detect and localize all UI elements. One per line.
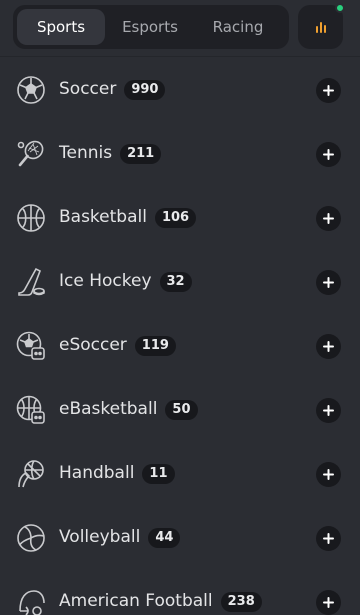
bar-chart-icon bbox=[315, 22, 326, 33]
plus-icon bbox=[323, 597, 334, 608]
add-button[interactable] bbox=[316, 78, 341, 103]
sport-name: Ice Hockey bbox=[59, 271, 152, 291]
add-button[interactable] bbox=[316, 398, 341, 423]
event-count-badge: 119 bbox=[134, 336, 176, 356]
tab-esports[interactable]: Esports bbox=[105, 9, 195, 45]
plus-icon bbox=[323, 341, 334, 352]
tab-racing[interactable]: Racing bbox=[195, 9, 281, 45]
esoccer-icon bbox=[16, 331, 45, 360]
tab-sports[interactable]: Sports bbox=[17, 9, 105, 45]
sport-row-tennis[interactable]: Tennis 211 bbox=[0, 121, 360, 185]
hockey-stick-icon bbox=[18, 267, 45, 296]
sport-label: Basketball 106 bbox=[59, 206, 197, 228]
plus-icon bbox=[323, 213, 334, 224]
add-button[interactable] bbox=[316, 142, 341, 167]
event-count-badge: 990 bbox=[124, 80, 166, 100]
sport-row-american-football[interactable]: American Football 238 bbox=[0, 569, 360, 615]
ebasketball-icon bbox=[16, 395, 45, 424]
plus-icon bbox=[323, 277, 334, 288]
add-button[interactable] bbox=[316, 590, 341, 615]
event-count-badge: 106 bbox=[154, 208, 197, 228]
sport-row-volleyball[interactable]: Volleyball 44 bbox=[0, 505, 360, 569]
sport-row-esoccer[interactable]: eSoccer 119 bbox=[0, 313, 360, 377]
sport-name: American Football bbox=[59, 591, 213, 611]
event-count-badge: 50 bbox=[165, 400, 198, 420]
sport-row-handball[interactable]: Handball 11 bbox=[0, 441, 360, 505]
plus-icon bbox=[323, 469, 334, 480]
sports-app: Sports Esports Racing Soccer 990 Tennis … bbox=[0, 0, 360, 615]
event-count-badge: 44 bbox=[148, 528, 181, 548]
sport-name: eSoccer bbox=[59, 335, 127, 355]
sport-row-basketball[interactable]: Basketball 106 bbox=[0, 185, 360, 249]
add-button[interactable] bbox=[316, 334, 341, 359]
add-button[interactable] bbox=[316, 270, 341, 295]
add-button[interactable] bbox=[316, 462, 341, 487]
sport-name: Handball bbox=[59, 463, 135, 483]
volleyball-icon bbox=[17, 524, 45, 552]
sport-name: eBasketball bbox=[59, 399, 158, 419]
sport-name: Basketball bbox=[59, 207, 147, 227]
notification-dot bbox=[335, 3, 345, 13]
add-button[interactable] bbox=[316, 206, 341, 231]
sport-label: Volleyball 44 bbox=[59, 526, 181, 548]
sport-label: Handball 11 bbox=[59, 462, 175, 484]
top-bar: Sports Esports Racing bbox=[0, 0, 360, 56]
add-button[interactable] bbox=[316, 526, 341, 551]
sport-name: Volleyball bbox=[59, 527, 141, 547]
plus-icon bbox=[323, 85, 334, 96]
plus-icon bbox=[323, 405, 334, 416]
event-count-badge: 11 bbox=[142, 464, 175, 484]
sports-list: Soccer 990 Tennis 211 Basketball 106 Ice… bbox=[0, 57, 360, 615]
sport-label: American Football 238 bbox=[59, 590, 262, 612]
sport-label: eBasketball 50 bbox=[59, 398, 198, 420]
sport-name: Tennis bbox=[59, 143, 113, 163]
plus-icon bbox=[323, 149, 334, 160]
event-count-badge: 32 bbox=[159, 272, 192, 292]
sport-label: Ice Hockey 32 bbox=[59, 270, 192, 292]
event-count-badge: 238 bbox=[220, 592, 262, 612]
category-tabs: Sports Esports Racing bbox=[13, 5, 289, 49]
american-football-icon bbox=[19, 590, 45, 615]
sport-row-ice-hockey[interactable]: Ice Hockey 32 bbox=[0, 249, 360, 313]
event-count-badge: 211 bbox=[120, 144, 162, 164]
sport-label: eSoccer 119 bbox=[59, 334, 176, 356]
tennis-racket-icon bbox=[17, 140, 44, 167]
soccer-ball-icon bbox=[17, 76, 45, 104]
sport-row-ebasketball[interactable]: eBasketball 50 bbox=[0, 377, 360, 441]
handball-icon bbox=[18, 460, 44, 488]
plus-icon bbox=[323, 533, 334, 544]
sport-label: Tennis 211 bbox=[59, 142, 162, 164]
sport-name: Soccer bbox=[59, 79, 117, 99]
stats-button[interactable] bbox=[298, 3, 345, 49]
basketball-icon bbox=[17, 204, 45, 232]
sport-label: Soccer 990 bbox=[59, 78, 166, 100]
sport-row-soccer[interactable]: Soccer 990 bbox=[0, 57, 360, 121]
